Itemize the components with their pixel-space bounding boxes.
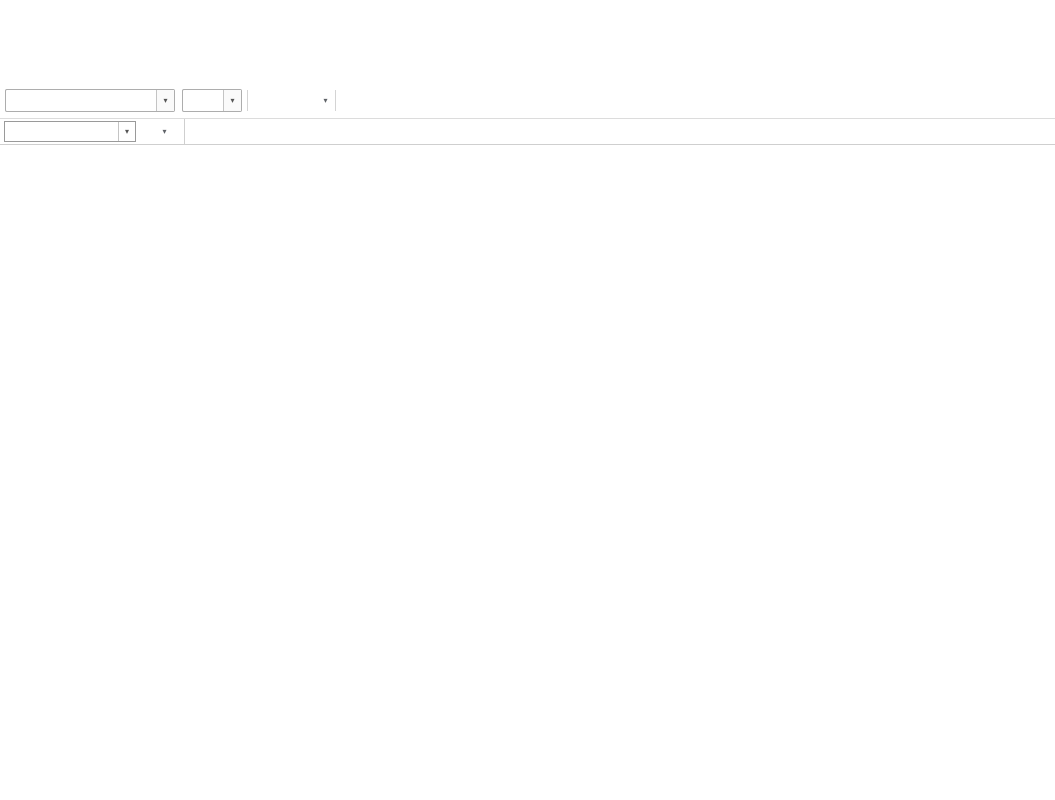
italic-button[interactable] bbox=[275, 89, 297, 113]
chevron-down-icon[interactable]: ▾ bbox=[156, 90, 174, 111]
name-box[interactable]: ▾ bbox=[4, 121, 136, 142]
formula-input[interactable] bbox=[184, 119, 1055, 144]
underline-dropdown[interactable]: ▾ bbox=[321, 96, 330, 105]
calc-app-icon bbox=[7, 3, 23, 19]
title-bar bbox=[0, 0, 1055, 22]
formatting-toolbar: ▾ ▾ ▾ bbox=[0, 83, 1055, 119]
font-name-select[interactable]: ▾ bbox=[5, 89, 175, 112]
separator bbox=[247, 90, 248, 111]
standard-toolbar bbox=[0, 45, 1055, 83]
sum-dropdown[interactable]: ▾ bbox=[160, 127, 169, 136]
font-size-select[interactable]: ▾ bbox=[182, 89, 242, 112]
chevron-down-icon[interactable]: ▾ bbox=[223, 90, 241, 111]
underline-button[interactable] bbox=[297, 89, 319, 113]
column-headers bbox=[0, 150, 1055, 167]
separator bbox=[335, 90, 336, 111]
chevron-down-icon[interactable]: ▾ bbox=[118, 122, 135, 141]
formula-bar: ▾ ▾ bbox=[0, 119, 1055, 145]
menu-bar bbox=[0, 22, 1055, 45]
bold-button[interactable] bbox=[253, 89, 275, 113]
